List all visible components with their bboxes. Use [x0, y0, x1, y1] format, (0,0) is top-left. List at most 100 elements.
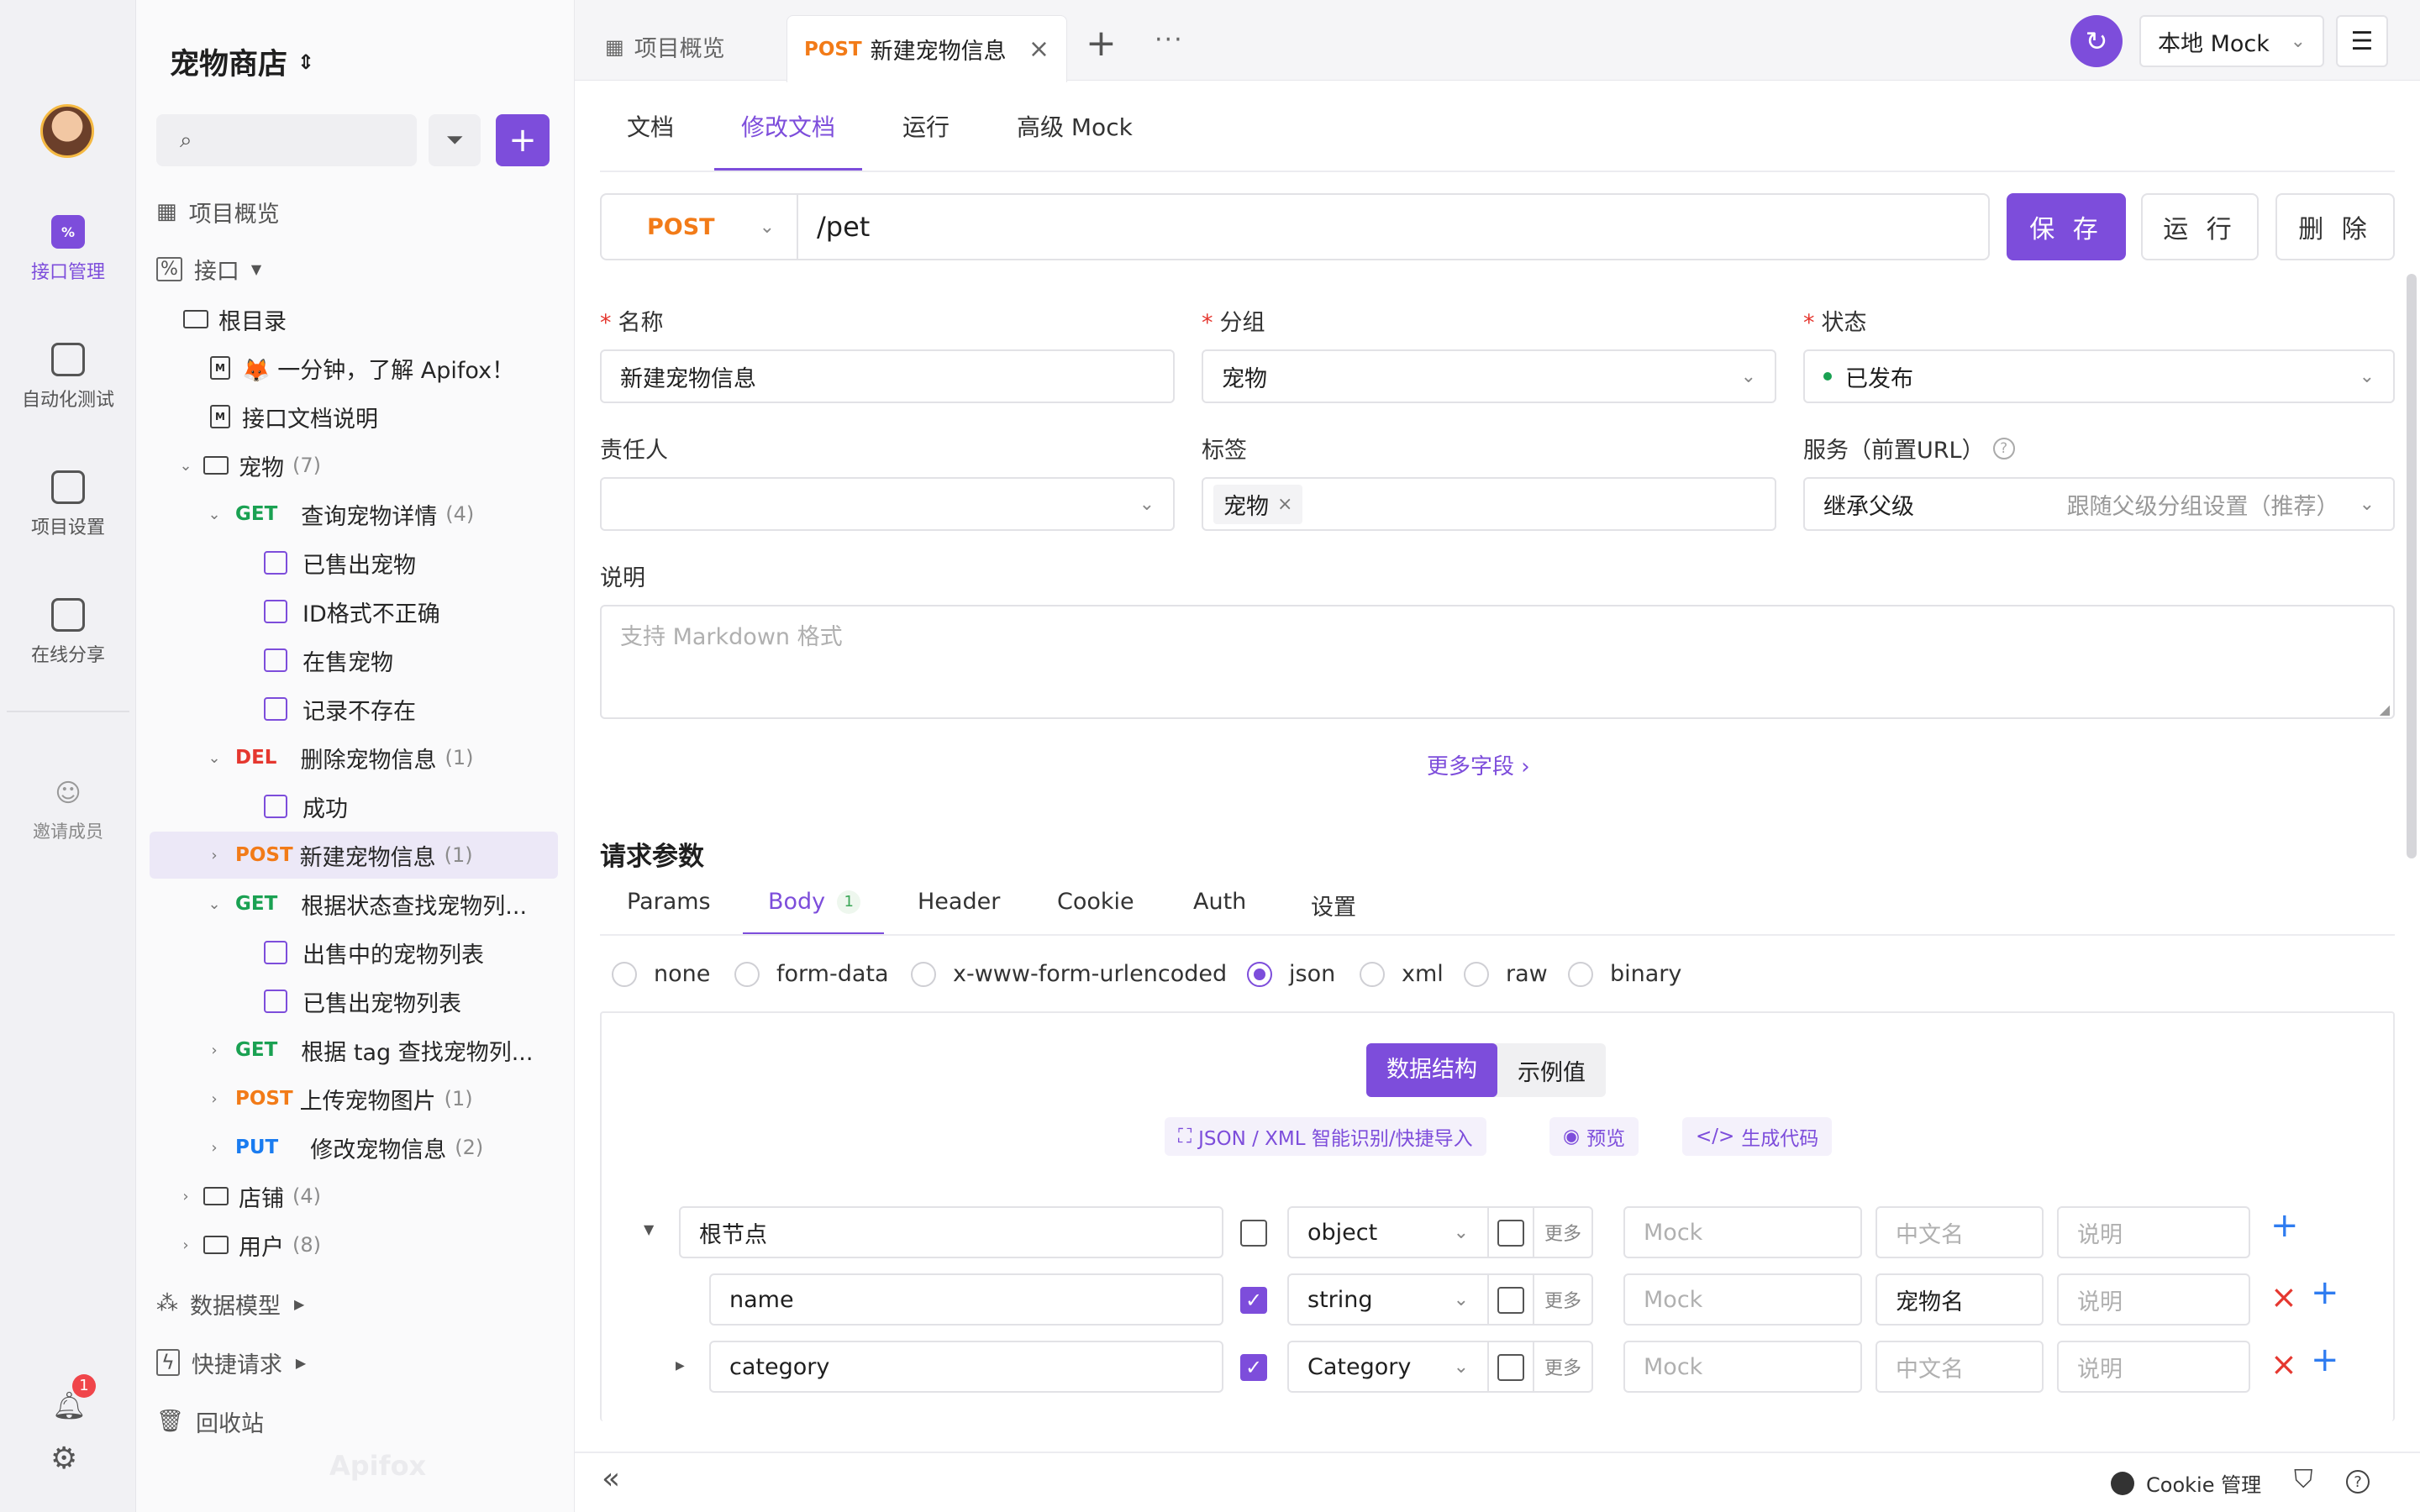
radio-raw[interactable]: raw — [1464, 961, 1548, 987]
menu-button[interactable]: ☰ — [2336, 15, 2388, 67]
collapse-sidebar-icon[interactable]: « — [602, 1462, 620, 1496]
caret-right-icon[interactable]: ▶ — [676, 1359, 685, 1373]
tree-endpoint[interactable]: ⌄ DEL 删除宠物信息 (1) — [203, 734, 615, 781]
desc-input[interactable]: 说明 — [2057, 1341, 2250, 1393]
resize-handle-icon[interactable]: ◢ — [2380, 701, 2390, 717]
delete-field-button[interactable]: × — [2270, 1346, 2297, 1383]
add-button[interactable]: + — [496, 114, 550, 166]
group-select[interactable]: 宠物 ⌄ — [1202, 349, 1776, 403]
more-button[interactable]: 更多 — [1533, 1341, 1593, 1393]
more-tabs-icon[interactable]: ··· — [1155, 25, 1184, 55]
nullable-checkbox[interactable] — [1497, 1287, 1524, 1314]
smart-import-button[interactable]: ⛶ JSON / XML 智能识别/快捷导入 — [1165, 1117, 1486, 1156]
delete-field-button[interactable]: × — [2270, 1278, 2297, 1315]
more-button[interactable]: 更多 — [1533, 1206, 1593, 1258]
desc-input[interactable]: 说明 — [2057, 1206, 2250, 1258]
tree-endpoint[interactable]: › PUT 修改宠物信息 (2) — [203, 1124, 615, 1171]
cn-name-input[interactable]: 中文名 — [1876, 1341, 2044, 1393]
tree-folder-pet[interactable]: ⌄ 宠物 (7) — [175, 442, 587, 489]
tree-doc-intro[interactable]: M 🦊 一分钟，了解 Apifox！ — [210, 344, 622, 391]
type-select[interactable]: Category ⌄ — [1287, 1341, 1489, 1393]
subtab-advanced-mock[interactable]: 高级 Mock — [1017, 109, 1133, 143]
subtab-edit[interactable]: 修改文档 — [741, 109, 835, 143]
tab-params[interactable]: Params — [627, 889, 711, 915]
filter-button[interactable]: ⏷ — [429, 114, 481, 166]
required-checkbox[interactable]: ✓ — [1240, 1354, 1267, 1381]
cookie-manager-button[interactable]: Cookie 管理 — [2111, 1468, 2261, 1498]
mock-input[interactable]: Mock — [1623, 1206, 1862, 1258]
type-select[interactable]: object ⌄ — [1287, 1206, 1489, 1258]
service-select[interactable]: 继承父级 跟随父级分组设置（推荐） ⌄ — [1803, 477, 2395, 531]
schema-tab[interactable]: 数据结构 — [1366, 1043, 1497, 1097]
field-name-input[interactable]: name — [709, 1273, 1223, 1326]
tree-endpoint[interactable]: › POST 上传宠物图片 (1) — [203, 1075, 615, 1122]
env-select[interactable]: 本地 Mock ⌄ — [2139, 15, 2324, 67]
tree-endpoint-selected[interactable]: › POST 新建宠物信息 (1) — [203, 832, 615, 879]
sidebar-item-models[interactable]: ⁂ 数据模型 ▶ — [156, 1280, 568, 1327]
rail-item-settings[interactable]: 项目设置 — [0, 470, 136, 539]
tree-doc-readme[interactable]: M 接口文档说明 — [210, 393, 622, 440]
sidebar-item-trash[interactable]: 🗑︎ 回收站 — [156, 1398, 568, 1445]
rail-item-automation[interactable]: 自动化测试 — [0, 343, 136, 412]
help-icon[interactable]: ? — [2346, 1470, 2370, 1494]
delete-button[interactable]: 删 除 — [2275, 193, 2395, 260]
project-switcher[interactable]: 宠物商店 ⇕ — [170, 40, 314, 83]
field-name-input[interactable]: category — [709, 1341, 1223, 1393]
add-field-button[interactable]: + — [2311, 1273, 2339, 1312]
generate-code-button[interactable]: </> 生成代码 — [1682, 1117, 1833, 1156]
more-fields-link[interactable]: 更多字段 › — [1427, 749, 1530, 780]
radio-urlencoded[interactable]: x-www-form-urlencoded — [911, 961, 1227, 987]
status-select[interactable]: 已发布 ⌄ — [1803, 349, 2395, 403]
add-field-button[interactable]: + — [2270, 1206, 2299, 1245]
required-checkbox[interactable] — [1240, 1220, 1267, 1247]
rail-item-share[interactable]: 在线分享 — [0, 598, 136, 667]
tab-active[interactable]: POST 新建宠物信息 × — [786, 15, 1067, 82]
cn-name-input[interactable]: 宠物名 — [1876, 1273, 2044, 1326]
rail-item-invite[interactable]: ☺ 邀请成员 — [0, 776, 136, 843]
tab-overview[interactable]: ▦ 项目概览 — [605, 30, 725, 63]
field-name-input[interactable]: 根节点 — [679, 1206, 1223, 1258]
tab-header[interactable]: Header — [918, 889, 1000, 915]
sidebar-item-quick-request[interactable]: ϟ 快捷请求 ▶ — [156, 1339, 568, 1386]
close-icon[interactable]: × — [1277, 494, 1292, 515]
shirt-icon[interactable]: ⛉ — [2294, 1465, 2313, 1494]
desc-textarea[interactable]: 支持 Markdown 格式 ◢ — [600, 605, 2395, 719]
rail-item-api[interactable]: % 接口管理 — [0, 215, 136, 284]
help-icon[interactable]: ? — [1992, 437, 2015, 459]
tree-folder-user[interactable]: › 用户 (8) — [175, 1221, 587, 1268]
type-select[interactable]: string ⌄ — [1287, 1273, 1489, 1326]
sync-button[interactable]: ↻ — [2070, 15, 2123, 67]
tab-auth[interactable]: Auth — [1193, 889, 1246, 915]
example-tab[interactable]: 示例值 — [1497, 1054, 1606, 1087]
preview-button[interactable]: ◉ 预览 — [1549, 1117, 1639, 1156]
radio-json[interactable]: json — [1247, 961, 1335, 987]
close-icon[interactable]: × — [1028, 34, 1050, 64]
tree-root[interactable]: 根目录 — [183, 296, 595, 343]
tab-settings[interactable]: 设置 — [1311, 889, 1356, 921]
run-button[interactable]: 运 行 — [2141, 193, 2259, 260]
radio-xml[interactable]: xml — [1360, 961, 1444, 987]
tree-endpoint[interactable]: › GET 根据 tag 查找宠物列... — [203, 1026, 615, 1074]
owner-select[interactable]: ⌄ — [600, 477, 1175, 531]
sidebar-item-interfaces[interactable]: % 接口 ▼ — [156, 245, 568, 292]
name-input[interactable]: 新建宠物信息 — [600, 349, 1175, 403]
desc-input[interactable]: 说明 — [2057, 1273, 2250, 1326]
radio-form-data[interactable]: form-data — [734, 961, 889, 987]
caret-down-icon[interactable]: ▼ — [644, 1221, 654, 1237]
scrollbar-thumb[interactable] — [2407, 274, 2417, 858]
new-tab-button[interactable]: + — [1086, 22, 1117, 65]
cn-name-input[interactable]: 中文名 — [1876, 1206, 2044, 1258]
tree-folder-store[interactable]: › 店铺 (4) — [175, 1173, 587, 1220]
tree-endpoint[interactable]: ⌄ GET 根据状态查找宠物列... — [203, 880, 615, 927]
sidebar-item-overview[interactable]: ▦ 项目概览 — [156, 188, 568, 235]
nullable-checkbox[interactable] — [1497, 1354, 1524, 1381]
required-checkbox[interactable]: ✓ — [1240, 1287, 1267, 1314]
tab-cookie[interactable]: Cookie — [1057, 889, 1134, 915]
subtab-run[interactable]: 运行 — [902, 109, 950, 143]
mock-input[interactable]: Mock — [1623, 1341, 1862, 1393]
tree-endpoint[interactable]: ⌄ GET 查询宠物详情 (4) — [203, 491, 615, 538]
method-select[interactable]: POST ⌄ — [600, 193, 798, 260]
search-input[interactable]: ⌕ — [156, 114, 417, 166]
gear-icon[interactable]: ⚙ — [50, 1441, 77, 1476]
avatar[interactable] — [40, 104, 94, 158]
